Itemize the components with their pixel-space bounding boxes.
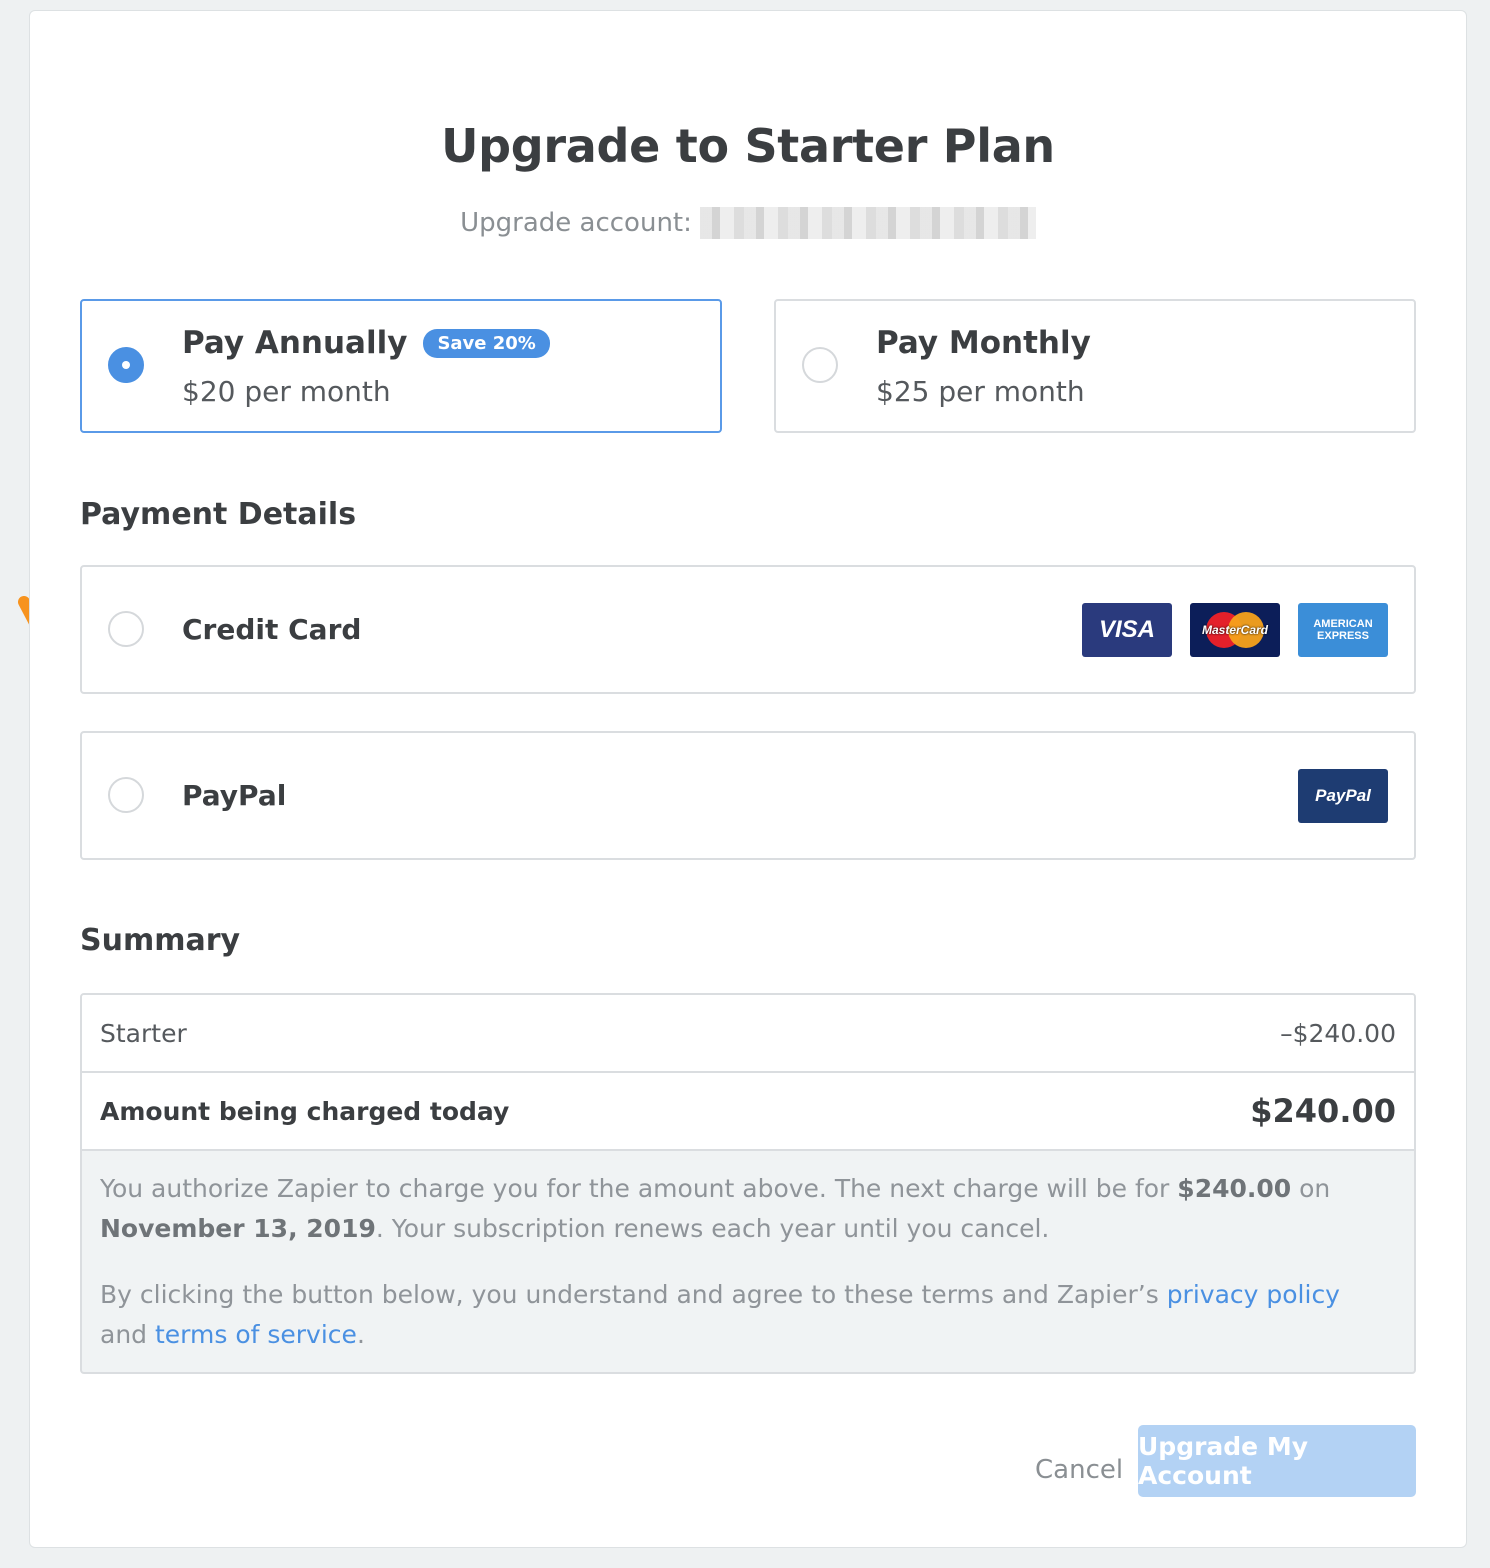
blurred-account-name [699,207,1036,239]
agreement-text-part: and [100,1320,155,1349]
plan-option-annual[interactable]: Pay Annually Save 20% $20 per month [80,299,722,433]
mastercard-logo-text: MasterCard [1201,623,1269,637]
privacy-policy-link[interactable]: privacy policy [1167,1280,1340,1309]
visa-logo-icon: VISA [1082,603,1172,657]
payment-details-heading: Payment Details [80,497,357,532]
total-value: $240.00 [1250,1092,1396,1130]
auth-text-part: . Your subscription renews each year unt… [375,1214,1050,1243]
paypal-label: PayPal [182,779,287,812]
payment-option-paypal[interactable]: PayPal PayPal [80,731,1416,860]
agreement-text-part: By clicking the button below, you unders… [100,1280,1167,1309]
credit-card-label: Credit Card [182,613,362,646]
mastercard-logo-icon: MasterCard [1190,603,1280,657]
account-line: Upgrade account: [30,207,1466,239]
next-charge-amount: $240.00 [1177,1174,1292,1203]
agreement-text: By clicking the button below, you unders… [100,1275,1384,1355]
plan-monthly-radio[interactable] [802,347,838,383]
summary-table: Starter –$240.00 Amount being charged to… [80,993,1416,1374]
credit-card-radio[interactable] [108,611,144,647]
upgrade-button[interactable]: Upgrade My Account [1138,1425,1416,1497]
summary-line-row: Starter –$240.00 [82,995,1414,1073]
terms-of-service-link[interactable]: terms of service [155,1320,357,1349]
summary-line-label: Starter [100,1018,187,1048]
payment-option-credit-card[interactable]: Credit Card VISA MasterCard AMERICAN EXP… [80,565,1416,694]
paypal-radio[interactable] [108,777,144,813]
page-title: Upgrade to Starter Plan [441,119,1055,173]
cancel-button[interactable]: Cancel [1035,1455,1123,1485]
plan-annual-title: Pay Annually Save 20% [182,325,550,361]
paypal-logo-icon: PayPal [1298,769,1388,823]
agreement-text-part: . [356,1320,365,1349]
total-label: Amount being charged today [100,1096,510,1126]
plan-option-monthly[interactable]: Pay Monthly $25 per month [774,299,1416,433]
amex-logo-icon: AMERICAN EXPRESS [1298,603,1388,657]
plan-monthly-name: Pay Monthly [876,325,1091,361]
summary-heading: Summary [80,923,241,958]
plan-annual-radio[interactable] [108,347,144,383]
upgrade-dialog: Upgrade to Starter Plan Upgrade account:… [29,10,1467,1548]
plan-annual-price: $20 per month [182,375,391,408]
account-label: Upgrade account: [460,208,692,238]
next-charge-date: November 13, 2019 [100,1214,376,1243]
summary-line-value: –$240.00 [1280,1018,1396,1048]
save-badge: Save 20% [423,328,550,358]
authorization-text: You authorize Zapier to charge you for t… [100,1169,1384,1249]
plan-annual-name: Pay Annually [182,325,408,361]
summary-total-row: Amount being charged today $240.00 [82,1073,1414,1151]
auth-text-part: You authorize Zapier to charge you for t… [100,1174,1178,1203]
auth-text-part: on [1291,1174,1331,1203]
plan-monthly-price: $25 per month [876,375,1085,408]
